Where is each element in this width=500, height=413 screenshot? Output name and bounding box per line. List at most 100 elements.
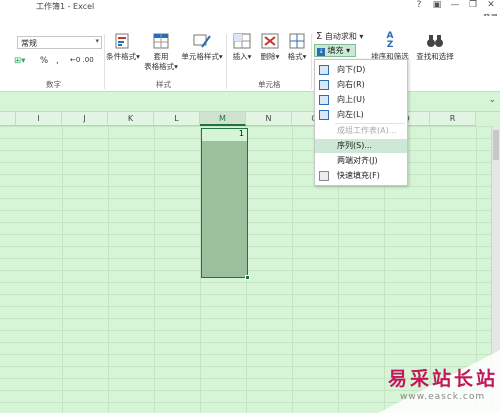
restore-icon[interactable]: ❐ (466, 0, 480, 10)
chevron-down-icon: ▾ (95, 37, 99, 45)
table-format-icon (151, 32, 171, 50)
sort-filter-button[interactable]: AZ 排序和筛选 (370, 32, 410, 62)
autosum-label: 自动求和 (324, 32, 357, 41)
row-gridline (0, 282, 500, 283)
fill-dropdown-menu: 向下(D) 向右(R) 向上(U) 向左(L) 成组工作表(A)... 序列(S… (314, 59, 408, 186)
menu-item-fill-left[interactable]: 向左(L) (315, 108, 407, 122)
fill-button[interactable]: ↓ 填充 ▾ (314, 44, 356, 57)
row-gridline (0, 138, 500, 139)
row-gridline (0, 186, 500, 187)
formula-bar[interactable]: ⌄ (0, 92, 500, 112)
column-header-n[interactable]: N (246, 112, 292, 126)
format-label: 格式 (287, 52, 303, 61)
comma-button[interactable]: , (56, 56, 59, 66)
number-format-select[interactable]: 常规 ▾ (17, 36, 102, 49)
row-gridline (0, 270, 500, 271)
autosum-button[interactable]: Σ 自动求和 ▾ (316, 31, 363, 42)
format-as-table-button[interactable]: 套用 表格格式▾ (144, 32, 178, 72)
percent-button[interactable]: % (40, 56, 48, 66)
select-all-corner[interactable] (0, 112, 16, 126)
ribbon: 常规 ▾ ⊞▾ % , ←0 .00 数字 条件格式▾ 套用 表格格式▾ 单元格… (0, 16, 500, 92)
menu-item-label: 向左(L) (337, 110, 364, 119)
fill-down-icon (319, 65, 329, 75)
delete-cells-icon (260, 32, 280, 50)
column-header-l[interactable]: L (154, 112, 200, 126)
conditional-format-button[interactable]: 条件格式▾ (106, 32, 140, 62)
close-icon[interactable]: ✕ (484, 0, 498, 10)
menu-item-label: 快速填充(F) (337, 171, 380, 180)
column-header-k[interactable]: K (108, 112, 154, 126)
number-format-value: 常规 (21, 39, 37, 48)
column-header-m[interactable]: M (200, 112, 246, 126)
cell-styles-button[interactable]: 单元格样式▾ (180, 32, 224, 62)
row-gridline (0, 306, 500, 307)
menu-item-label: 两端对齐(J) (337, 156, 378, 165)
menu-item-across-worksheets: 成组工作表(A)... (315, 124, 407, 138)
insert-label: 插入 (232, 52, 248, 61)
group-separator (311, 34, 312, 89)
group-separator (104, 34, 105, 89)
delete-button[interactable]: 删除▾ (257, 32, 283, 62)
insert-button[interactable]: 插入▾ (229, 32, 255, 62)
menu-item-label: 序列(S)... (337, 141, 372, 150)
row-gridline (0, 246, 500, 247)
row-gridline (0, 222, 500, 223)
fill-up-icon (319, 95, 329, 105)
row-gridline (0, 318, 500, 319)
group-separator (226, 34, 227, 89)
row-gridline (0, 126, 500, 127)
row-gridline (0, 210, 500, 211)
ribbon-display-icon[interactable]: ▣ (430, 0, 444, 10)
row-gridline (0, 330, 500, 331)
minimize-icon[interactable]: — (448, 0, 462, 10)
cell-styles-icon (192, 32, 212, 50)
find-select-button[interactable]: 查找和选择 (411, 32, 459, 62)
watermark-url: www.easck.com (400, 392, 486, 402)
conditional-format-label: 条件格式 (106, 52, 137, 61)
menu-item-justify[interactable]: 两端对齐(J) (315, 154, 407, 168)
scrollbar-thumb[interactable] (493, 130, 499, 160)
conditional-format-icon (113, 32, 133, 50)
cell-styles-label: 单元格样式 (181, 52, 219, 61)
fill-left-icon (319, 110, 329, 120)
decimals-buttons[interactable]: ←0 .00 (70, 56, 94, 64)
menu-item-fill-right[interactable]: 向右(R) (315, 78, 407, 92)
menu-item-flash-fill[interactable]: 快速填充(F) (315, 169, 407, 183)
find-select-label: 查找和选择 (416, 52, 454, 61)
row-gridline (0, 234, 500, 235)
format-as-table-label-2: 表格格式 (144, 62, 175, 71)
fill-right-icon (319, 80, 329, 90)
binoculars-icon (425, 32, 445, 50)
expand-formula-bar-icon[interactable]: ⌄ (488, 95, 496, 105)
group-label-styles: 样式 (156, 80, 171, 89)
menu-item-fill-up[interactable]: 向上(U) (315, 93, 407, 107)
format-as-table-label-1: 套用 (153, 52, 169, 61)
watermark-text: 易采站长站 (388, 368, 499, 390)
column-header-r[interactable]: R (430, 112, 476, 126)
fill-handle[interactable] (245, 275, 250, 280)
menu-item-label: 向下(D) (337, 65, 366, 74)
help-button[interactable]: ? (412, 0, 426, 10)
column-header-i[interactable]: I (16, 112, 62, 126)
row-gridline (0, 198, 500, 199)
fill-label: 填充 (327, 46, 344, 55)
row-gridline (0, 174, 500, 175)
menu-item-series[interactable]: 序列(S)... (315, 139, 407, 153)
currency-format-icon[interactable]: ⊞▾ (14, 56, 25, 66)
format-cells-icon (287, 32, 307, 50)
delete-label: 删除 (260, 52, 276, 61)
column-header-j[interactable]: J (62, 112, 108, 126)
group-label-number: 数字 (46, 80, 61, 89)
format-button[interactable]: 格式▾ (284, 32, 310, 62)
menu-item-label: 向上(U) (337, 95, 366, 104)
menu-item-fill-down[interactable]: 向下(D) (315, 63, 407, 77)
menu-item-label: 成组工作表(A)... (337, 126, 397, 135)
sigma-icon: Σ (316, 31, 323, 42)
menu-item-label: 向右(R) (337, 80, 365, 89)
row-gridline (0, 150, 500, 151)
active-cell-value: 1 (238, 129, 244, 138)
group-label-cells: 单元格 (258, 80, 281, 89)
sort-az-icon: AZ (386, 31, 394, 50)
active-cell[interactable]: 1 (202, 129, 247, 141)
selected-range[interactable]: 1 (201, 128, 248, 278)
